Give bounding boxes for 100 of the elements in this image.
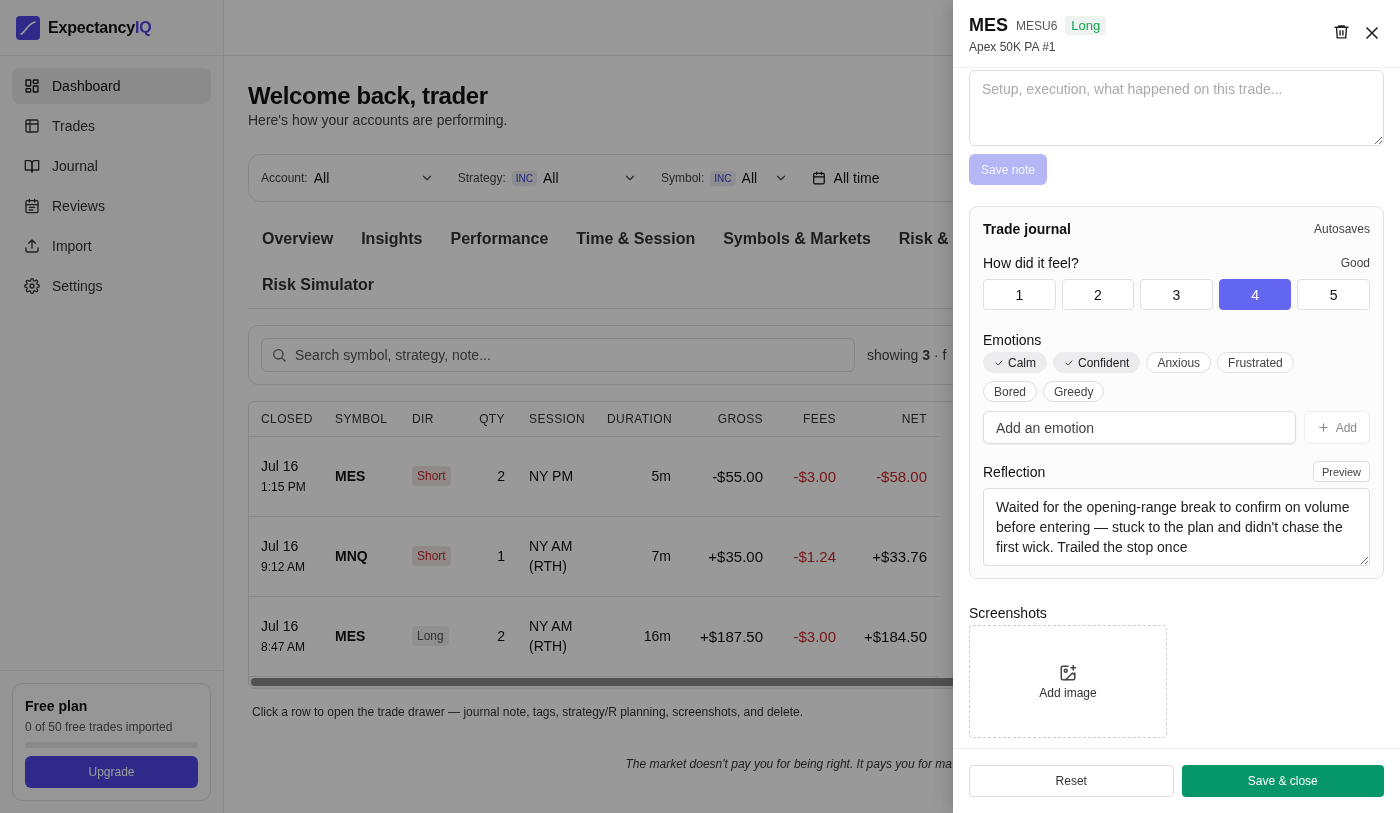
image-plus-icon [1059,663,1077,682]
nav-item[interactable]: Journal [12,148,211,184]
emotion-chip[interactable]: Greedy [1043,381,1105,402]
table-cell: Jul 16 8:47 AM [249,596,323,676]
table-cell: MES [323,596,400,676]
trash-icon[interactable] [1333,23,1350,40]
column-header[interactable]: CLOSED [249,402,323,436]
reflection-label: Reflection [983,463,1046,480]
reset-button[interactable]: Reset [969,765,1174,797]
trade-symbol: MES [969,15,1008,36]
search-field[interactable]: Search symbol, strategy, note... [261,338,855,372]
table-cell: 2 [460,596,517,676]
plan-subtitle: 0 of 50 free trades imported [25,720,174,734]
column-header[interactable]: FEES [775,402,848,436]
emotion-chip[interactable]: Frustrated [1217,352,1294,373]
table-cell: +$187.50 [683,596,775,676]
page-subtitle: Here's how your accounts are performing. [248,112,508,128]
check-icon [1064,357,1074,368]
column-header[interactable]: SYMBOL [323,402,400,436]
column-header[interactable]: DIR [400,402,460,436]
column-header[interactable]: DURATION [595,402,683,436]
grid-icon [24,78,40,94]
column-header[interactable]: QTY [460,402,517,436]
table-cell: Jul 16 9:12 AM [249,516,323,596]
tab[interactable]: Symbols & Markets [709,216,885,262]
contract-code: MESU6 [1016,18,1058,33]
hint-text: Click a row to open the trade drawer — journal note, tags, strategy/R planning, screenshots, and delete. [252,704,803,719]
table-cell: -$58.00 [848,436,939,516]
card-title: Trade journal [983,221,1071,237]
column-header[interactable]: GROSS [683,402,775,436]
nav-item[interactable]: Dashboard [12,68,211,104]
upgrade-button[interactable]: Upgrade [25,756,198,788]
table-cell: NY AM (RTH) [517,516,595,596]
table-cell: -$3.00 [775,436,848,516]
table-cell: +$35.00 [683,516,775,596]
check-icon [994,357,1004,368]
emotion-chip[interactable]: Anxious [1146,352,1212,373]
table-cell: NY PM [517,436,595,516]
calendar-icon [811,171,826,185]
tab[interactable]: Risk Simulator [248,262,389,308]
filter-select[interactable]: Strategy: INC All [457,170,637,186]
rating-button[interactable]: 1 [983,279,1056,310]
table-cell: NY AM (RTH) [517,596,595,676]
emotion-input[interactable]: Add an emotion [983,411,1296,444]
table-cell: MNQ [323,516,400,596]
nav-item[interactable]: Import [12,228,211,264]
table-cell: -$1.24 [775,516,848,596]
table-cell: +$184.50 [848,596,939,676]
direction-tag: Short [412,466,451,486]
tab[interactable]: Performance [436,216,563,262]
upload-icon [24,238,40,254]
table-cell: -$55.00 [683,436,775,516]
rating-button[interactable]: 5 [1297,279,1370,310]
plan-title: Free plan [25,698,89,714]
date-filter[interactable]: All time [811,170,880,186]
nav-item[interactable]: Trades [12,108,211,144]
table-cell: 1 [460,516,517,596]
emotion-chip[interactable]: Calm [983,352,1047,373]
table-cell: 7m [595,516,683,596]
book-icon [24,158,40,174]
table-cell: 5m [595,436,683,516]
filter-select[interactable]: Symbol: INC All [660,170,788,186]
table-cell: 2 [460,436,517,516]
filter-select[interactable]: Account: All [261,170,434,186]
rating-button[interactable]: 2 [1061,279,1135,310]
column-header[interactable]: SESSION [517,402,595,436]
tab[interactable]: Insights [347,216,437,262]
plus-icon [1316,421,1330,434]
question-label: How did it feel? [983,255,1079,271]
settings-icon [24,278,40,294]
nav-item[interactable]: Settings [12,268,211,304]
column-header[interactable]: NET [848,402,939,436]
table-cell: Jul 16 1:15 PM [249,436,323,516]
direction-tag: Long [1065,16,1107,35]
image-dropzone[interactable]: Add image [969,625,1167,738]
save-close-button[interactable]: Save & close [1181,765,1384,797]
preview-button[interactable]: Preview [1312,461,1370,482]
nav-item[interactable]: Reviews [12,188,211,224]
direction-tag: Long [412,626,449,646]
reflection-field[interactable]: Waited for the opening-range break to confirm on volume before entering — stuck to the plan and didn't chase the first wick. Trailed the stop once [983,488,1370,566]
rating-label: Good [1340,256,1370,270]
table-cell: -$3.00 [775,596,848,676]
table-cell: +$33.76 [848,516,939,596]
calendar-icon [24,198,40,214]
emotions-label: Emotions [983,332,1043,348]
screenshots-label: Screenshots [969,605,1048,621]
table-icon [24,118,40,134]
emotion-chip[interactable]: Bored [983,381,1038,402]
brand-name[interactable]: ExpectancyIQ [48,18,152,37]
rating-button[interactable]: 4 [1218,279,1292,310]
emotion-chip[interactable]: Confident [1053,352,1141,373]
table-cell: 16m [595,596,683,676]
page-title: Welcome back, trader [248,82,488,110]
tab[interactable]: Time & Session [562,216,710,262]
table-cell: MES [323,436,400,516]
result-count: showing 3 · f [867,347,947,363]
direction-tag: Short [412,546,451,566]
rating-button[interactable]: 3 [1140,279,1213,310]
autosave-status: Autosaves [1313,222,1370,236]
tab[interactable]: Overview [248,216,348,262]
